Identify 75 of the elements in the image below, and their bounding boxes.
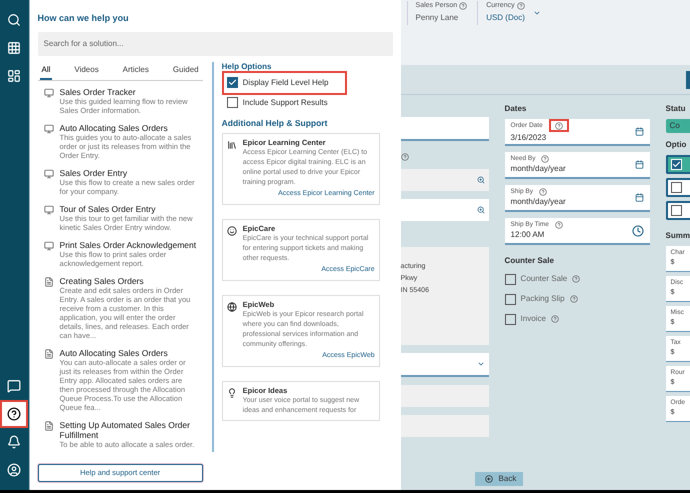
checkbox[interactable] bbox=[226, 97, 238, 108]
article-title[interactable]: Auto Allocating Sales Orders bbox=[60, 122, 197, 132]
help-icon[interactable] bbox=[2, 402, 26, 426]
checkbox-label: Counter Sale bbox=[520, 273, 568, 285]
checkbox-label: Packing Slip bbox=[520, 293, 565, 305]
search-field[interactable] bbox=[400, 169, 489, 191]
checkbox-label: Invoice bbox=[520, 313, 546, 325]
lightbulb-icon bbox=[226, 388, 237, 398]
search-field[interactable] bbox=[400, 199, 489, 221]
document-icon bbox=[44, 276, 54, 286]
field-value: month/day/year bbox=[510, 196, 566, 208]
chevron-down-icon[interactable] bbox=[532, 9, 541, 17]
section-heading: Statu bbox=[666, 103, 687, 115]
article-title[interactable]: Auto Allocating Sales Orders bbox=[60, 348, 197, 358]
tab[interactable]: Videos bbox=[72, 64, 101, 80]
globe-icon bbox=[226, 302, 237, 312]
checkbox[interactable] bbox=[504, 294, 516, 304]
search-icon[interactable] bbox=[476, 176, 485, 184]
field-value: Penny Lane bbox=[416, 12, 460, 24]
document-icon bbox=[44, 420, 54, 430]
search-field[interactable]: Search for a solution... bbox=[38, 32, 393, 56]
text-field[interactable] bbox=[400, 117, 489, 141]
tab[interactable]: All bbox=[40, 64, 52, 80]
section-heading: Dates bbox=[504, 103, 528, 115]
back-icon bbox=[484, 475, 493, 483]
article-title[interactable]: Tour of Sales Order Entry bbox=[60, 204, 197, 214]
option-label: Include Support Results bbox=[242, 96, 328, 108]
checkbox[interactable] bbox=[670, 205, 682, 216]
monitor-icon bbox=[44, 168, 54, 178]
text-field[interactable] bbox=[400, 385, 489, 407]
dropdown-field[interactable] bbox=[400, 353, 489, 377]
document-icon bbox=[44, 348, 54, 358]
tab[interactable]: Articles bbox=[120, 64, 151, 80]
checkbox[interactable] bbox=[504, 274, 516, 284]
search-icon[interactable] bbox=[476, 206, 485, 214]
status-badge: Co bbox=[666, 119, 690, 133]
article-title[interactable]: Sales Order Tracker bbox=[60, 86, 197, 96]
article-title[interactable]: Setting Up Automated Sales Order Fulfillment bbox=[60, 420, 197, 440]
monitor-icon bbox=[44, 204, 54, 214]
tab[interactable]: Guided bbox=[170, 64, 201, 80]
section-heading: Counter Sale bbox=[504, 255, 555, 267]
clock-icon[interactable] bbox=[632, 224, 644, 236]
calendar-icon[interactable] bbox=[634, 193, 644, 202]
text-field[interactable] bbox=[400, 415, 489, 437]
books-icon bbox=[226, 140, 237, 150]
section-heading: Help Options bbox=[222, 62, 272, 70]
monitor-icon bbox=[44, 124, 54, 134]
option-tile[interactable] bbox=[666, 178, 690, 197]
article-title[interactable]: Sales Order Entry bbox=[60, 168, 197, 178]
checkbox[interactable] bbox=[504, 314, 516, 324]
option-tile[interactable] bbox=[666, 155, 690, 174]
field-value: 3/16/2023 bbox=[510, 132, 548, 144]
option-checkbox-row[interactable]: Include Support Results bbox=[222, 94, 347, 110]
checkbox[interactable] bbox=[670, 182, 682, 193]
section-heading: Summ bbox=[666, 230, 690, 242]
checkbox[interactable] bbox=[226, 77, 238, 88]
field-value: month/day/year bbox=[510, 163, 566, 176]
field-value[interactable]: USD (Doc) bbox=[486, 12, 525, 24]
option-label: Display Field Level Help bbox=[242, 76, 328, 88]
chevron-down-icon[interactable] bbox=[476, 360, 485, 368]
option-tile[interactable] bbox=[666, 201, 690, 220]
back-button[interactable]: Back bbox=[474, 472, 523, 486]
calendar-icon[interactable] bbox=[634, 127, 644, 136]
monitor-icon bbox=[44, 88, 54, 98]
face-icon bbox=[226, 226, 237, 236]
option-checkbox-row[interactable]: Display Field Level Help bbox=[222, 70, 347, 94]
article-title[interactable]: Creating Sales Orders bbox=[60, 276, 197, 286]
toolbar-button[interactable] bbox=[686, 70, 690, 88]
calendar-icon[interactable] bbox=[634, 160, 644, 169]
article-title[interactable]: Print Sales Order Acknowledgement bbox=[60, 240, 197, 250]
section-heading: Additional Help & Support bbox=[222, 116, 328, 130]
field-value: 12:00 AM bbox=[510, 229, 546, 242]
panel-title: How can we help you bbox=[38, 12, 130, 25]
section-heading: Optio bbox=[666, 139, 688, 151]
monitor-icon bbox=[44, 240, 54, 250]
